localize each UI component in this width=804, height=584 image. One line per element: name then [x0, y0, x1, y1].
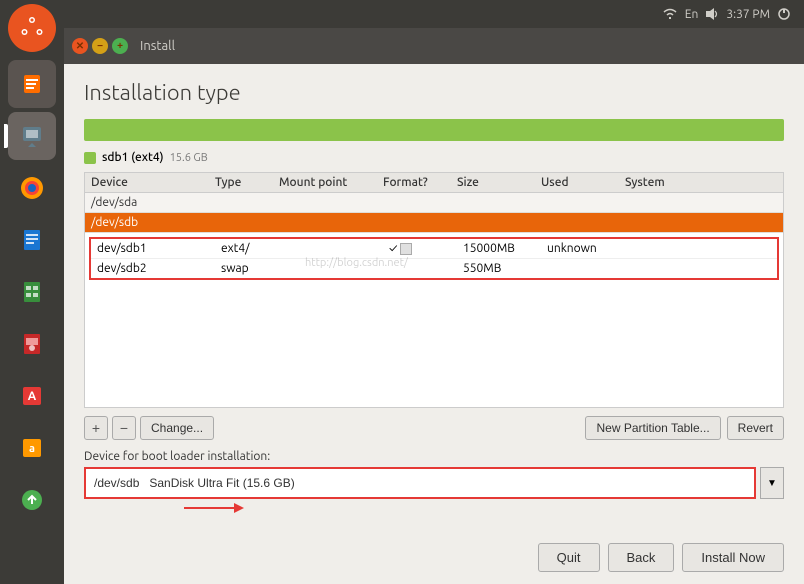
arrow-indicator: [184, 498, 244, 521]
dialog-title: Install: [140, 39, 175, 53]
lang-indicator: En: [685, 8, 699, 21]
table-header: Device Type Mount point Format? Size Use…: [85, 173, 783, 193]
group-header-sda[interactable]: /dev/sda: [85, 193, 783, 213]
title-bar: ✕ − + Install: [64, 28, 804, 64]
bottom-bar: Quit Back Install Now: [84, 539, 784, 572]
sidebar-item-impress[interactable]: [8, 320, 56, 368]
row2-system: [631, 262, 771, 275]
sidebar-item-writer[interactable]: [8, 216, 56, 264]
topbar: En 3:37 PM: [64, 0, 804, 28]
change-button[interactable]: Change...: [140, 416, 214, 440]
partition-legend: sdb1 (ext4) 15.6 GB: [84, 151, 784, 164]
svg-text:a: a: [29, 443, 35, 455]
row1-device: dev/sdb1: [97, 242, 217, 255]
legend-size: 15.6 GB: [170, 152, 208, 164]
status-icons: En 3:37 PM: [661, 7, 792, 21]
sidebar-item-files[interactable]: [8, 60, 56, 108]
partition-bar: [84, 119, 784, 141]
boot-loader-label: Device for boot loader installation:: [84, 450, 784, 463]
wifi-icon: [661, 7, 679, 21]
col-format: Format?: [383, 176, 453, 189]
row2-size: 550MB: [463, 262, 543, 275]
quit-button[interactable]: Quit: [538, 543, 600, 572]
legend-dot: [84, 152, 96, 164]
row2-device: dev/sdb2: [97, 262, 217, 275]
content-area: Installation type sdb1 (ext4) 15.6 GB De…: [64, 64, 804, 584]
sidebar-item-firefox[interactable]: [8, 164, 56, 212]
row1-size: 15000MB: [463, 242, 543, 255]
col-device: Device: [91, 176, 211, 189]
boot-dropdown-arrow[interactable]: ▼: [760, 467, 784, 499]
col-mount: Mount point: [279, 176, 379, 189]
back-button[interactable]: Back: [608, 543, 675, 572]
new-partition-table-button[interactable]: New Partition Table...: [585, 416, 720, 440]
maximize-button[interactable]: +: [112, 38, 128, 54]
sidebar: A a: [0, 0, 64, 584]
row2-used: [547, 262, 627, 275]
table-body: dev/sdb1 ext4/ ✓ 15000MB unknown dev/sdb…: [85, 237, 783, 317]
window-controls: ✕ − +: [72, 38, 128, 54]
row1-format: ✓: [389, 242, 459, 255]
row1-system: [631, 242, 771, 255]
row2-mount: [285, 262, 385, 275]
minimize-button[interactable]: −: [92, 38, 108, 54]
close-button[interactable]: ✕: [72, 38, 88, 54]
col-type: Type: [215, 176, 275, 189]
toolbar: + − Change... New Partition Table... Rev…: [84, 416, 784, 440]
row1-used: unknown: [547, 242, 627, 255]
boot-loader-section: Device for boot loader installation: ▼: [84, 450, 784, 511]
toolbar-right: New Partition Table... Revert: [585, 416, 784, 440]
partition-rows-container: dev/sdb1 ext4/ ✓ 15000MB unknown dev/sdb…: [89, 237, 779, 280]
row2-type: swap: [221, 262, 281, 275]
sidebar-item-install[interactable]: [8, 112, 56, 160]
svg-text:A: A: [28, 390, 37, 403]
revert-button[interactable]: Revert: [727, 416, 784, 440]
sidebar-item-update[interactable]: [8, 476, 56, 524]
power-icon: [776, 7, 792, 21]
boot-loader-select[interactable]: [84, 467, 756, 499]
partition-table: Device Type Mount point Format? Size Use…: [84, 172, 784, 408]
remove-partition-button[interactable]: −: [112, 416, 136, 440]
main-window: En 3:37 PM ✕ − + Install Installation ty…: [64, 0, 804, 584]
row1-type: ext4/: [221, 242, 281, 255]
row2-format: [389, 262, 459, 275]
add-partition-button[interactable]: +: [84, 416, 108, 440]
sidebar-item-text[interactable]: A: [8, 372, 56, 420]
volume-icon: [704, 7, 720, 21]
page-title: Installation type: [84, 80, 784, 105]
time-display: 3:37 PM: [726, 8, 770, 21]
install-now-button[interactable]: Install Now: [682, 543, 784, 572]
col-used: Used: [541, 176, 621, 189]
table-row-2[interactable]: dev/sdb2 swap 550MB: [91, 259, 777, 278]
group-header-sdb[interactable]: /dev/sdb: [85, 213, 783, 233]
col-system: System: [625, 176, 777, 189]
legend-label: sdb1 (ext4): [102, 151, 164, 164]
partition-bar-container: [84, 119, 784, 141]
col-size: Size: [457, 176, 537, 189]
ubuntu-logo[interactable]: [8, 4, 56, 52]
sidebar-item-calc[interactable]: [8, 268, 56, 316]
row1-mount: [285, 242, 385, 255]
table-row[interactable]: dev/sdb1 ext4/ ✓ 15000MB unknown: [91, 239, 777, 259]
sidebar-item-amazon[interactable]: a: [8, 424, 56, 472]
boot-select-container: ▼: [84, 467, 784, 499]
